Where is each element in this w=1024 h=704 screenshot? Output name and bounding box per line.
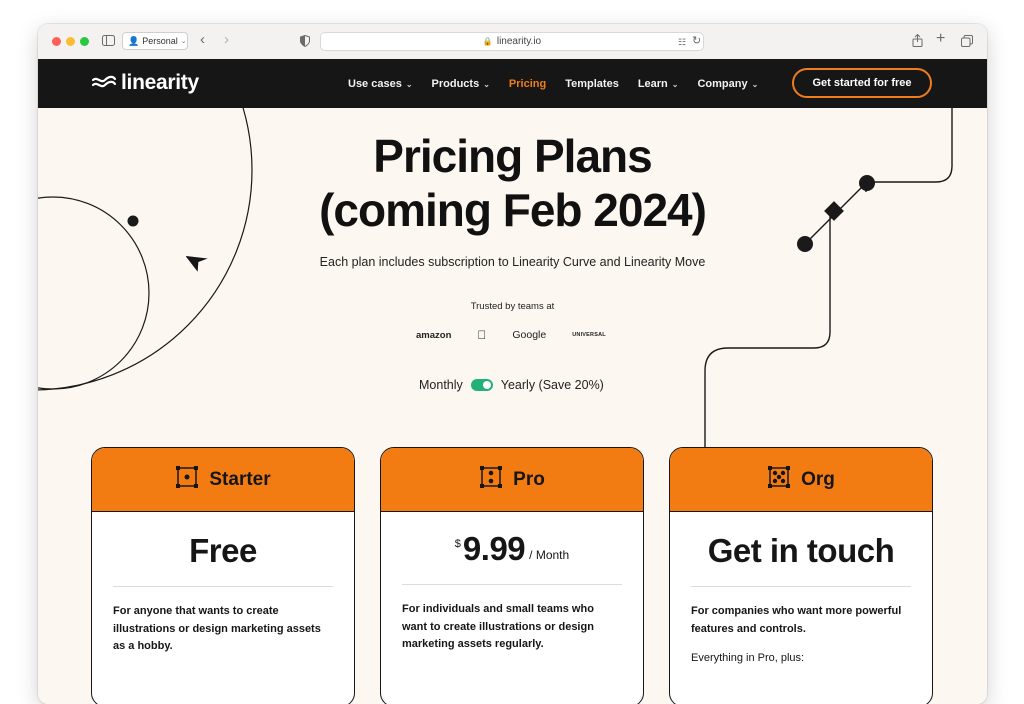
- universal-logo: UNIVERSAL: [563, 331, 605, 338]
- plan-description: For anyone that wants to create illustra…: [113, 605, 321, 652]
- plan-card-org: Org Get in touch For companies who want …: [669, 447, 933, 704]
- logo-text: linearity: [121, 71, 199, 94]
- price-period: / Month: [529, 548, 570, 562]
- nav-pricing[interactable]: Pricing: [509, 78, 546, 90]
- plan-card-pro: Pro $ 9.99 / Month For individuals and s…: [380, 447, 644, 704]
- page-title: Pricing Plans (coming Feb 2024): [319, 130, 707, 236]
- divider: [402, 584, 622, 585]
- plan-header: Pro: [381, 448, 643, 512]
- new-tab-icon[interactable]: +: [936, 31, 945, 47]
- chevron-down-icon: ⌄: [405, 79, 413, 89]
- monthly-label[interactable]: Monthly: [419, 378, 463, 392]
- plan-name: Starter: [209, 468, 271, 490]
- get-started-button[interactable]: Get started for free: [792, 68, 932, 98]
- linearity-logo[interactable]: linearity: [92, 71, 199, 95]
- plan-features-intro: Everything in Pro, plus:: [691, 652, 805, 664]
- zoom-window-button[interactable]: [80, 37, 89, 46]
- pro-plan-icon: [479, 465, 503, 495]
- profile-button[interactable]: 👤 Personal ⌄: [122, 32, 188, 50]
- plan-header: Org: [670, 448, 932, 512]
- plan-price: Free: [189, 532, 257, 569]
- privacy-shield-icon[interactable]: [300, 34, 310, 49]
- plan-description: For individuals and small teams who want…: [402, 603, 594, 650]
- google-logo: Google: [503, 328, 546, 341]
- reload-icon[interactable]: ↻: [692, 35, 701, 47]
- site-navbar: linearity Use cases ⌄ Products ⌄ Pricing T…: [38, 59, 987, 108]
- hero-subtitle: Each plan includes subscription to Linea…: [319, 255, 706, 269]
- lock-icon: 🔒: [482, 37, 493, 46]
- minimize-window-button[interactable]: [66, 37, 75, 46]
- plan-price: Get in touch: [707, 532, 895, 569]
- plan-card-starter: Starter Free For anyone that wants to cr…: [91, 447, 355, 704]
- plan-name: Org: [801, 468, 835, 490]
- trusted-by-label: Trusted by teams at: [470, 301, 555, 312]
- browser-toolbar: 👤 Personal ⌄ ‹ › 🔒 linearity.io ☷ ↻ +: [38, 24, 987, 60]
- yearly-label[interactable]: Yearly (Save 20%): [501, 378, 604, 392]
- nav-learn[interactable]: Learn ⌄: [638, 78, 679, 90]
- translate-icon[interactable]: ☷: [678, 36, 686, 48]
- nav-use-cases[interactable]: Use cases ⌄: [348, 78, 413, 90]
- amazon-logo: amazon: [416, 329, 452, 341]
- nav-templates[interactable]: Templates: [565, 78, 619, 90]
- person-icon: 👤: [128, 35, 140, 46]
- divider: [113, 586, 333, 587]
- chevron-down-icon: ⌄: [671, 79, 679, 89]
- tab-overview-icon[interactable]: [961, 35, 973, 49]
- starter-plan-icon: [175, 465, 199, 495]
- nav-links: Use cases ⌄ Products ⌄ Pricing Templates L…: [348, 59, 758, 108]
- forward-icon[interactable]: ›: [224, 32, 229, 47]
- price-amount: 9.99: [462, 530, 526, 567]
- linearity-logo-icon: [92, 75, 116, 88]
- plan-name: Pro: [513, 468, 545, 490]
- chevron-down-icon: ⌄: [483, 79, 490, 89]
- url-text: linearity.io: [496, 36, 542, 47]
- share-icon[interactable]: [912, 33, 923, 49]
- sidebar-icon[interactable]: [102, 35, 115, 48]
- divider: [691, 586, 911, 587]
- plan-header: Starter: [92, 448, 354, 512]
- profile-label: Personal: [142, 36, 178, 46]
- browser-window: 👤 Personal ⌄ ‹ › 🔒 linearity.io ☷ ↻ + li…: [38, 24, 987, 704]
- back-icon[interactable]: ‹: [200, 32, 205, 47]
- plan-price: $ 9.99 / Month: [381, 530, 643, 572]
- nav-company[interactable]: Company ⌄: [697, 78, 758, 90]
- apple-logo: : [477, 328, 486, 342]
- billing-toggle-switch[interactable]: [470, 379, 493, 391]
- billing-toggle-row: Monthly Yearly (Save 20%): [419, 378, 604, 392]
- chevron-down-icon: ⌄: [751, 79, 759, 89]
- price-currency: $: [454, 538, 461, 550]
- nav-products[interactable]: Products ⌄: [432, 78, 490, 90]
- org-plan-icon: [767, 465, 791, 495]
- customer-logos: amazon  Google UNIVERSAL: [416, 328, 606, 342]
- address-bar[interactable]: 🔒 linearity.io: [320, 32, 704, 51]
- close-window-button[interactable]: [52, 37, 61, 46]
- chevron-down-icon: ⌄: [180, 38, 187, 45]
- plan-description: For companies who want more powerful fea…: [691, 605, 902, 635]
